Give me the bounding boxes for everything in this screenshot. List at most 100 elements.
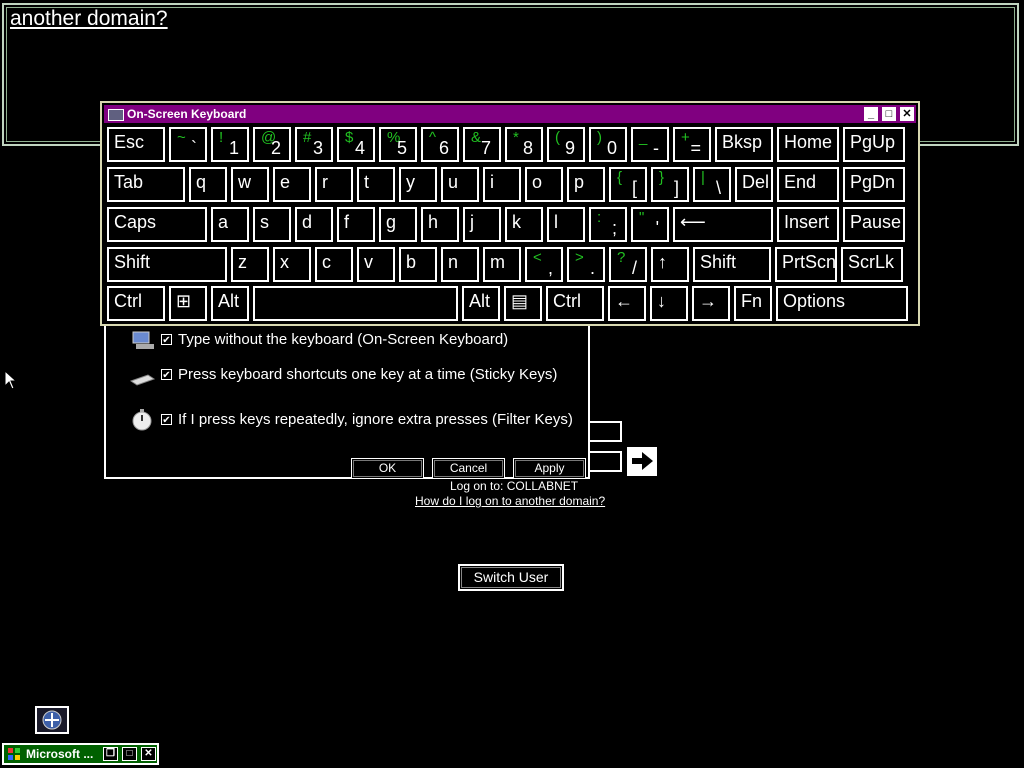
key-shift[interactable]: Shift (693, 247, 771, 282)
key-9[interactable]: (9 (547, 127, 585, 162)
key-ctrl[interactable]: Ctrl (546, 286, 604, 321)
key-j[interactable]: j (463, 207, 501, 242)
key-symbol[interactable]: ↑ (651, 247, 689, 282)
key-[interactable]: <, (525, 247, 563, 282)
key-[interactable]: {[ (609, 167, 647, 202)
key-0[interactable]: ) 0 (589, 127, 627, 162)
key-q[interactable]: q (189, 167, 227, 202)
option-filter-keys[interactable]: ✔ If I press keys repeatedly, ignore ext… (130, 404, 573, 434)
key-4[interactable]: $4 (337, 127, 375, 162)
key-shift[interactable]: Shift (107, 247, 227, 282)
logon-domain-help-link[interactable]: How do I log on to another domain? (415, 494, 605, 508)
another-domain-link[interactable]: another domain? (10, 7, 168, 31)
key-alt[interactable]: Alt (462, 286, 500, 321)
key-[interactable]: | \ (693, 167, 731, 202)
key-symbol[interactable]: → (692, 286, 730, 321)
key-[interactable]: ? / (609, 247, 647, 282)
key-n[interactable]: n (441, 247, 479, 282)
key-pgdn[interactable]: PgDn (843, 167, 905, 202)
key-symbol[interactable]: ⟵ (673, 207, 773, 242)
key-e[interactable]: e (273, 167, 311, 202)
key-end[interactable]: End (777, 167, 839, 202)
key-t[interactable]: t (357, 167, 395, 202)
ok-button[interactable]: OK (351, 458, 424, 479)
key-2[interactable]: @2 (253, 127, 291, 162)
key-symbol[interactable]: ⊞ (169, 286, 207, 321)
key-c[interactable]: c (315, 247, 353, 282)
key-pgup[interactable]: PgUp (843, 127, 905, 162)
key-[interactable]: ~ ` (169, 127, 207, 162)
minimize-button[interactable]: _ (864, 107, 878, 121)
key-[interactable]: >. (567, 247, 605, 282)
key-[interactable]: + = (673, 127, 711, 162)
key-v[interactable]: v (357, 247, 395, 282)
key-[interactable]: _ - (631, 127, 669, 162)
apply-button[interactable]: Apply (513, 458, 586, 479)
key-scrlk[interactable]: ScrLk (841, 247, 903, 282)
key-r[interactable]: r (315, 167, 353, 202)
taskbar-restore-button[interactable]: ❐ (103, 747, 118, 761)
key-[interactable]: }] (651, 167, 689, 202)
key-5[interactable]: % 5 (379, 127, 417, 162)
key-z[interactable]: z (231, 247, 269, 282)
taskbar-close-button[interactable]: ✕ (141, 747, 156, 761)
key-prtscn[interactable]: PrtScn (775, 247, 837, 282)
submit-arrow-button[interactable] (627, 447, 657, 476)
key-insert[interactable]: Insert (777, 207, 839, 242)
key-f[interactable]: f (337, 207, 375, 242)
password-field[interactable] (590, 451, 622, 472)
key-3[interactable]: #3 (295, 127, 333, 162)
key-alt[interactable]: Alt (211, 286, 249, 321)
key-spacebar[interactable] (253, 286, 458, 321)
key-home[interactable]: Home (777, 127, 839, 162)
key-symbol[interactable]: ↓ (650, 286, 688, 321)
key-i[interactable]: i (483, 167, 521, 202)
key-ctrl[interactable]: Ctrl (107, 286, 165, 321)
key-esc[interactable]: Esc (107, 127, 165, 162)
option-on-screen-keyboard[interactable]: ✔ Type without the keyboard (On-Screen K… (130, 324, 508, 354)
switch-user-button[interactable]: Switch User (458, 564, 564, 591)
key-l[interactable]: l (547, 207, 585, 242)
key-fn[interactable]: Fn (734, 286, 772, 321)
key-8[interactable]: * 8 (505, 127, 543, 162)
key-w[interactable]: w (231, 167, 269, 202)
key-[interactable]: " ' (631, 207, 669, 242)
taskbar-microsoft-button[interactable]: Microsoft ... ❐ □ ✕ (2, 743, 159, 765)
key-symbol[interactable]: ▤ (504, 286, 542, 321)
close-button[interactable]: ✕ (900, 107, 914, 121)
key-pause[interactable]: Pause (843, 207, 905, 242)
key-o[interactable]: o (525, 167, 563, 202)
checkbox-osk[interactable]: ✔ (161, 333, 172, 346)
key-tab[interactable]: Tab (107, 167, 185, 202)
option-sticky-keys[interactable]: ✔ Press keyboard shortcuts one key at a … (129, 359, 557, 389)
key-caps[interactable]: Caps (107, 207, 207, 242)
key-k[interactable]: k (505, 207, 543, 242)
cancel-button[interactable]: Cancel (432, 458, 505, 479)
checkbox-filter-keys[interactable]: ✔ (161, 413, 172, 426)
restore-button[interactable]: □ (882, 107, 896, 121)
key-1[interactable]: ! 1 (211, 127, 249, 162)
key-u[interactable]: u (441, 167, 479, 202)
key-m[interactable]: m (483, 247, 521, 282)
key-d[interactable]: d (295, 207, 333, 242)
key-[interactable]: :; (589, 207, 627, 242)
ease-of-access-tray-icon[interactable] (35, 706, 69, 734)
key-b[interactable]: b (399, 247, 437, 282)
taskbar-maximize-button[interactable]: □ (122, 747, 137, 761)
key-bksp[interactable]: Bksp (715, 127, 773, 162)
checkbox-sticky-keys[interactable]: ✔ (161, 368, 172, 381)
key-symbol[interactable]: ← (608, 286, 646, 321)
osk-title-bar[interactable]: On-Screen Keyboard _ □ ✕ (104, 105, 916, 123)
key-p[interactable]: p (567, 167, 605, 202)
key-g[interactable]: g (379, 207, 417, 242)
key-h[interactable]: h (421, 207, 459, 242)
key-s[interactable]: s (253, 207, 291, 242)
key-6[interactable]: ^ 6 (421, 127, 459, 162)
key-7[interactable]: & 7 (463, 127, 501, 162)
key-options[interactable]: Options (776, 286, 908, 321)
key-y[interactable]: y (399, 167, 437, 202)
username-field[interactable] (590, 421, 622, 442)
key-a[interactable]: a (211, 207, 249, 242)
key-x[interactable]: x (273, 247, 311, 282)
key-del[interactable]: Del (735, 167, 773, 202)
